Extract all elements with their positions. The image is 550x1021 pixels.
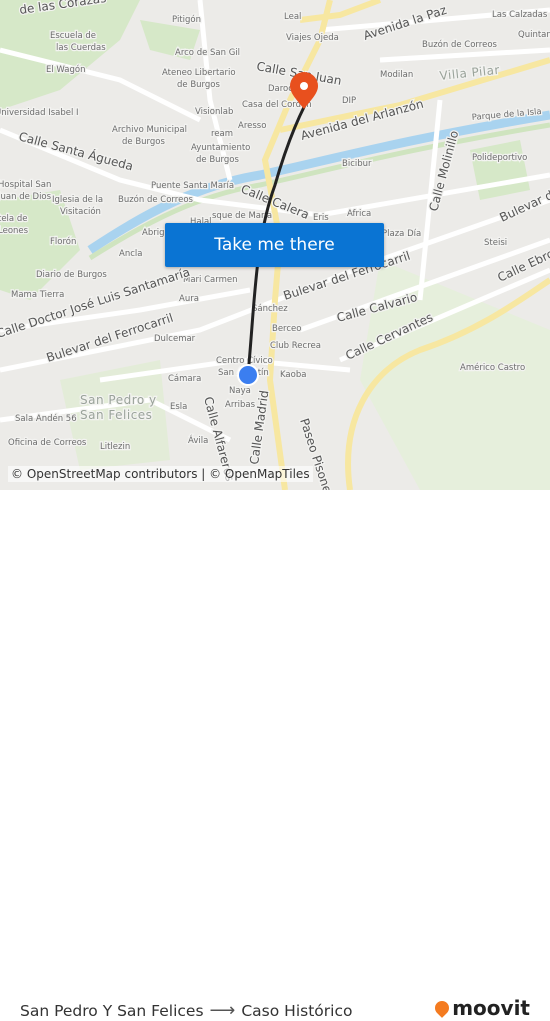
route-summary: San Pedro Y San Felices ⟶ Caso Histórico [20, 1000, 352, 1021]
map-label: DIP [342, 96, 356, 106]
arrow-right-icon: ⟶ [209, 1000, 236, 1021]
map-label: Ateneo Libertario [162, 68, 236, 78]
map-label: Buzón de Correos [422, 39, 498, 50]
map-label: Bicibur [342, 159, 372, 169]
map-label: Ancla [119, 249, 142, 259]
map-label: Escuela de [50, 31, 96, 41]
origin-marker[interactable] [237, 364, 259, 386]
map-label: Esla [170, 402, 187, 412]
map-label: Ayuntamiento [191, 143, 250, 153]
map-label: Universidad Isabel I [0, 108, 79, 118]
map-label: Modilan [380, 70, 413, 80]
map-label: Litlezin [100, 442, 130, 452]
map-label: Eris [313, 213, 329, 223]
map-label: Viajes Ojeda [286, 33, 339, 43]
map-label: Sala Andén 56 [15, 413, 77, 424]
map-label: Cámara [168, 374, 201, 384]
map-label: Centro Cívico [216, 356, 273, 366]
map-label: de Burgos [122, 137, 165, 147]
map-label: El Wagón [46, 64, 86, 75]
map-label: Iglesia de la [52, 195, 103, 205]
map-label: Hospital San [0, 180, 51, 190]
map-attribution[interactable]: © OpenStreetMap contributors | © OpenMap… [8, 466, 313, 482]
map-label: Africa [347, 209, 371, 219]
map[interactable]: de las Corazas Pitigón Leal Avenida la Paz L… [0, 0, 550, 490]
map-label: de Burgos [177, 80, 220, 90]
map-label: Mama Tierra [11, 290, 64, 300]
map-label: las Cuerdas [56, 43, 106, 53]
map-label: Aura [179, 294, 199, 304]
origin-name: San Pedro Y San Felices [20, 1001, 204, 1020]
map-label: Juan de Dios [0, 192, 52, 202]
map-label: Berceo [272, 324, 301, 334]
map-label: San Felices [80, 408, 152, 422]
map-label: ream [211, 129, 233, 139]
map-label: Dulcemar [154, 334, 196, 344]
map-label: Sánchez [252, 304, 288, 314]
map-label: Leal [284, 12, 301, 22]
map-label: Florón [50, 236, 76, 247]
map-label: tela de [0, 214, 27, 224]
map-label: Las Calzadas [492, 10, 548, 20]
brand-name: moovit [452, 996, 530, 1020]
map-label: Club Recrea [270, 341, 321, 351]
map-label: de Burgos [196, 155, 239, 165]
map-label: Calle Santa Águeda [17, 128, 135, 173]
moovit-pin-icon [432, 998, 453, 1018]
footer: San Pedro Y San Felices ⟶ Caso Histórico… [0, 490, 550, 1021]
map-label: sque de María [212, 211, 272, 221]
map-label: Mari Carmen [183, 275, 238, 285]
map-label: Puente Santa María [151, 181, 234, 191]
map-label: Diario de Burgos [36, 270, 107, 280]
map-label: Steisi [484, 238, 507, 248]
map-label: Pitigón [172, 14, 201, 25]
map-label: Oficina de Correos [8, 438, 87, 448]
map-label: Kaoba [280, 370, 306, 380]
destination-name: Caso Histórico [241, 1001, 353, 1020]
map-label: Naya [229, 386, 251, 396]
map-label: San Pedro y [80, 393, 157, 407]
map-label: Américo Castro [460, 362, 525, 373]
map-label: Leones [0, 226, 29, 236]
map-label: Buzón de Correos [118, 194, 194, 205]
map-label: Arco de San Gil [175, 48, 240, 58]
map-label: Aresso [238, 121, 266, 131]
map-label: Quintan [518, 30, 550, 40]
take-me-there-button[interactable]: Take me there [165, 223, 384, 267]
map-label: Arribas [225, 400, 256, 410]
map-label: Plaza Día [382, 229, 421, 239]
map-label: Visionlab [195, 107, 233, 117]
map-label: Polideportivo [472, 153, 527, 163]
moovit-logo[interactable]: moovit [432, 996, 530, 1020]
map-label: Visitación [60, 206, 101, 217]
map-label: Ávila [188, 434, 208, 446]
map-label: Archivo Municipal [112, 125, 187, 135]
